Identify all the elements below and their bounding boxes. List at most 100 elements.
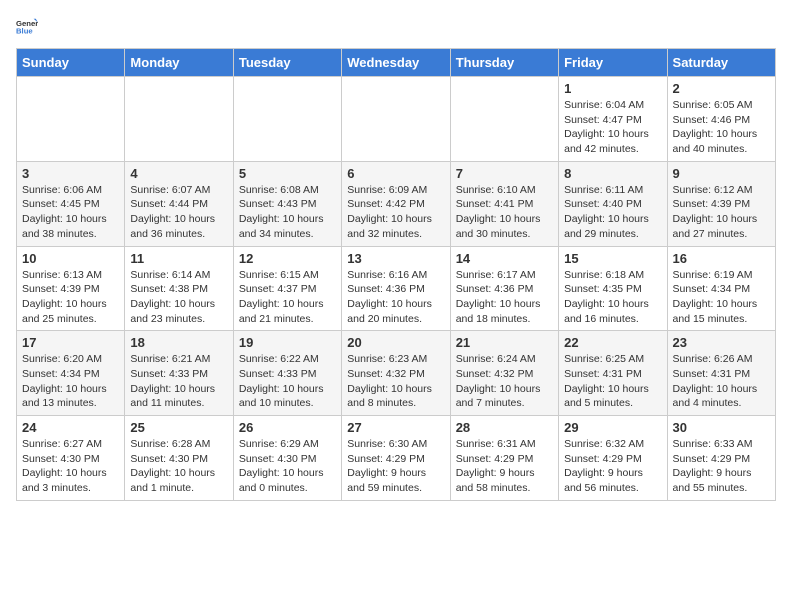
calendar-cell: 7 Sunrise: 6:10 AM Sunset: 4:41 PM Daylig…: [450, 161, 558, 246]
calendar-cell: 20Sunrise: 6:23 AM Sunset: 4:32 PM Dayli…: [342, 331, 450, 416]
calendar-cell: 8 Sunrise: 6:11 AM Sunset: 4:40 PM Daylig…: [559, 161, 667, 246]
calendar-cell: 17 Sunrise: 6:20 AM Sunset: 4:34 PM Dayli…: [17, 331, 125, 416]
day-info: Sunrise: 6:05 AM Sunset: 4:46 PM Dayligh…: [673, 98, 770, 157]
day-number: 14: [456, 251, 553, 266]
day-info: Sunrise: 6:23 AM Sunset: 4:32 PM Dayligh…: [347, 352, 444, 411]
calendar-cell: [233, 77, 341, 162]
calendar: SundayMondayTuesdayWednesdayThursdayFrid…: [16, 48, 776, 501]
day-info: Sunrise: 6:16 AM Sunset: 4:36 PM Dayligh…: [347, 268, 444, 327]
calendar-cell: 12Sunrise: 6:15 AM Sunset: 4:37 PM Dayli…: [233, 246, 341, 331]
weekday-header-row: SundayMondayTuesdayWednesdayThursdayFrid…: [17, 49, 776, 77]
day-info: Sunrise: 6:18 AM Sunset: 4:35 PM Dayligh…: [564, 268, 661, 327]
logo: General Blue: [16, 16, 42, 38]
day-number: 7: [456, 166, 553, 181]
day-info: Sunrise: 6:09 AM Sunset: 4:42 PM Dayligh…: [347, 183, 444, 242]
day-number: 10: [22, 251, 119, 266]
week-row-5: 24Sunrise: 6:27 AM Sunset: 4:30 PM Dayli…: [17, 416, 776, 501]
calendar-cell: 14 Sunrise: 6:17 AM Sunset: 4:36 PM Dayli…: [450, 246, 558, 331]
day-info: Sunrise: 6:10 AM Sunset: 4:41 PM Dayligh…: [456, 183, 553, 242]
day-number: 4: [130, 166, 227, 181]
day-number: 1: [564, 81, 661, 96]
calendar-cell: 23 Sunrise: 6:26 AM Sunset: 4:31 PM Dayli…: [667, 331, 775, 416]
day-number: 11: [130, 251, 227, 266]
weekday-header-monday: Monday: [125, 49, 233, 77]
calendar-cell: 19 Sunrise: 6:22 AM Sunset: 4:33 PM Dayli…: [233, 331, 341, 416]
day-number: 18: [130, 335, 227, 350]
day-number: 15: [564, 251, 661, 266]
day-number: 17: [22, 335, 119, 350]
day-number: 22: [564, 335, 661, 350]
header: General Blue: [16, 16, 776, 38]
day-info: Sunrise: 6:04 AM Sunset: 4:47 PM Dayligh…: [564, 98, 661, 157]
day-info: Sunrise: 6:31 AM Sunset: 4:29 PM Dayligh…: [456, 437, 553, 496]
day-number: 16: [673, 251, 770, 266]
calendar-cell: 5Sunrise: 6:08 AM Sunset: 4:43 PM Daylig…: [233, 161, 341, 246]
week-row-4: 17 Sunrise: 6:20 AM Sunset: 4:34 PM Dayli…: [17, 331, 776, 416]
calendar-cell: [125, 77, 233, 162]
day-info: Sunrise: 6:06 AM Sunset: 4:45 PM Dayligh…: [22, 183, 119, 242]
calendar-cell: 6 Sunrise: 6:09 AM Sunset: 4:42 PM Daylig…: [342, 161, 450, 246]
day-info: Sunrise: 6:30 AM Sunset: 4:29 PM Dayligh…: [347, 437, 444, 496]
week-row-2: 3Sunrise: 6:06 AM Sunset: 4:45 PM Daylig…: [17, 161, 776, 246]
day-info: Sunrise: 6:29 AM Sunset: 4:30 PM Dayligh…: [239, 437, 336, 496]
calendar-cell: 16 Sunrise: 6:19 AM Sunset: 4:34 PM Dayli…: [667, 246, 775, 331]
day-number: 29: [564, 420, 661, 435]
calendar-cell: 2 Sunrise: 6:05 AM Sunset: 4:46 PM Daylig…: [667, 77, 775, 162]
svg-text:Blue: Blue: [16, 27, 33, 36]
day-info: Sunrise: 6:20 AM Sunset: 4:34 PM Dayligh…: [22, 352, 119, 411]
day-info: Sunrise: 6:24 AM Sunset: 4:32 PM Dayligh…: [456, 352, 553, 411]
weekday-header-tuesday: Tuesday: [233, 49, 341, 77]
day-info: Sunrise: 6:15 AM Sunset: 4:37 PM Dayligh…: [239, 268, 336, 327]
calendar-cell: 13 Sunrise: 6:16 AM Sunset: 4:36 PM Dayli…: [342, 246, 450, 331]
calendar-cell: 26 Sunrise: 6:29 AM Sunset: 4:30 PM Dayli…: [233, 416, 341, 501]
day-number: 6: [347, 166, 444, 181]
day-number: 9: [673, 166, 770, 181]
day-info: Sunrise: 6:21 AM Sunset: 4:33 PM Dayligh…: [130, 352, 227, 411]
day-info: Sunrise: 6:17 AM Sunset: 4:36 PM Dayligh…: [456, 268, 553, 327]
weekday-header-saturday: Saturday: [667, 49, 775, 77]
calendar-cell: 18 Sunrise: 6:21 AM Sunset: 4:33 PM Dayli…: [125, 331, 233, 416]
calendar-cell: 15 Sunrise: 6:18 AM Sunset: 4:35 PM Dayli…: [559, 246, 667, 331]
day-info: Sunrise: 6:13 AM Sunset: 4:39 PM Dayligh…: [22, 268, 119, 327]
day-number: 26: [239, 420, 336, 435]
calendar-cell: 30 Sunrise: 6:33 AM Sunset: 4:29 PM Dayli…: [667, 416, 775, 501]
day-number: 19: [239, 335, 336, 350]
calendar-cell: 11 Sunrise: 6:14 AM Sunset: 4:38 PM Dayli…: [125, 246, 233, 331]
day-number: 21: [456, 335, 553, 350]
calendar-cell: 25Sunrise: 6:28 AM Sunset: 4:30 PM Dayli…: [125, 416, 233, 501]
day-info: Sunrise: 6:25 AM Sunset: 4:31 PM Dayligh…: [564, 352, 661, 411]
day-info: Sunrise: 6:28 AM Sunset: 4:30 PM Dayligh…: [130, 437, 227, 496]
day-info: Sunrise: 6:33 AM Sunset: 4:29 PM Dayligh…: [673, 437, 770, 496]
calendar-cell: 29 Sunrise: 6:32 AM Sunset: 4:29 PM Dayli…: [559, 416, 667, 501]
day-number: 23: [673, 335, 770, 350]
day-number: 27: [347, 420, 444, 435]
calendar-cell: 24Sunrise: 6:27 AM Sunset: 4:30 PM Dayli…: [17, 416, 125, 501]
weekday-header-thursday: Thursday: [450, 49, 558, 77]
week-row-1: 1 Sunrise: 6:04 AM Sunset: 4:47 PM Daylig…: [17, 77, 776, 162]
day-info: Sunrise: 6:07 AM Sunset: 4:44 PM Dayligh…: [130, 183, 227, 242]
day-info: Sunrise: 6:14 AM Sunset: 4:38 PM Dayligh…: [130, 268, 227, 327]
generalblue-logo-icon: General Blue: [16, 16, 38, 38]
calendar-cell: 3Sunrise: 6:06 AM Sunset: 4:45 PM Daylig…: [17, 161, 125, 246]
day-number: 5: [239, 166, 336, 181]
day-number: 30: [673, 420, 770, 435]
day-info: Sunrise: 6:22 AM Sunset: 4:33 PM Dayligh…: [239, 352, 336, 411]
day-number: 24: [22, 420, 119, 435]
calendar-cell: 1 Sunrise: 6:04 AM Sunset: 4:47 PM Daylig…: [559, 77, 667, 162]
day-info: Sunrise: 6:26 AM Sunset: 4:31 PM Dayligh…: [673, 352, 770, 411]
calendar-cell: 10 Sunrise: 6:13 AM Sunset: 4:39 PM Dayli…: [17, 246, 125, 331]
calendar-cell: [450, 77, 558, 162]
calendar-cell: 27 Sunrise: 6:30 AM Sunset: 4:29 PM Dayli…: [342, 416, 450, 501]
calendar-cell: 22 Sunrise: 6:25 AM Sunset: 4:31 PM Dayli…: [559, 331, 667, 416]
day-number: 2: [673, 81, 770, 96]
day-info: Sunrise: 6:12 AM Sunset: 4:39 PM Dayligh…: [673, 183, 770, 242]
weekday-header-wednesday: Wednesday: [342, 49, 450, 77]
day-number: 8: [564, 166, 661, 181]
weekday-header-friday: Friday: [559, 49, 667, 77]
day-info: Sunrise: 6:32 AM Sunset: 4:29 PM Dayligh…: [564, 437, 661, 496]
day-number: 28: [456, 420, 553, 435]
day-info: Sunrise: 6:11 AM Sunset: 4:40 PM Dayligh…: [564, 183, 661, 242]
day-number: 13: [347, 251, 444, 266]
day-info: Sunrise: 6:19 AM Sunset: 4:34 PM Dayligh…: [673, 268, 770, 327]
calendar-cell: 21 Sunrise: 6:24 AM Sunset: 4:32 PM Dayli…: [450, 331, 558, 416]
